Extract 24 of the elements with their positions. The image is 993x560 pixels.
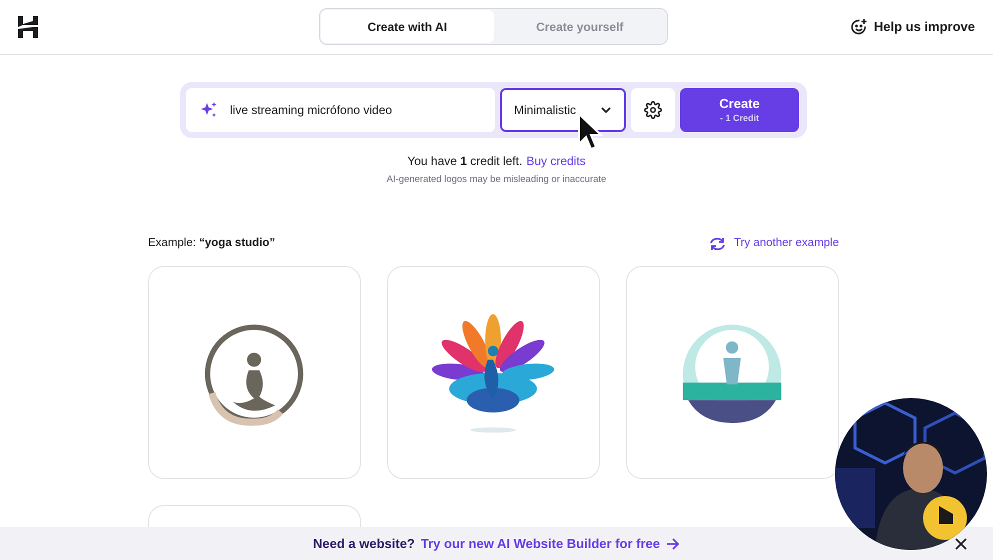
mode-tab[interactable]: Create with AI (321, 10, 494, 43)
create-button[interactable]: Create - 1 Credit (680, 88, 799, 132)
prompt-field[interactable]: live streaming micrófono video (186, 88, 495, 132)
banner-question: Need a website? (313, 534, 415, 553)
style-dropdown[interactable]: Minimalistic (500, 88, 626, 132)
example-label: Example: “yoga studio” (148, 236, 276, 251)
buy-credits-link[interactable]: Buy credits (526, 152, 586, 170)
logo-icon[interactable] (18, 16, 38, 38)
logo-card[interactable] (626, 266, 839, 479)
smiley-icon (850, 18, 868, 36)
logo-card[interactable] (148, 266, 361, 479)
disclaimer-text: AI-generated logos may be misleading or inaccurate (386, 173, 606, 187)
settings-icon (644, 101, 662, 119)
chevron-down-icon (600, 106, 612, 114)
help-link[interactable]: Help us improve (874, 17, 975, 37)
settings-button[interactable] (631, 88, 675, 132)
builder-link[interactable]: Try our new AI Website Builder for free (420, 534, 680, 554)
arrow-right-icon (666, 538, 680, 550)
sparkle-icon (200, 101, 218, 119)
credits-text: You have 1 credit left. (407, 153, 522, 170)
refresh-icon (708, 236, 726, 251)
try-another-link[interactable]: Try another example (708, 235, 839, 252)
close-icon[interactable] (955, 538, 967, 550)
logo-card[interactable] (387, 266, 600, 479)
